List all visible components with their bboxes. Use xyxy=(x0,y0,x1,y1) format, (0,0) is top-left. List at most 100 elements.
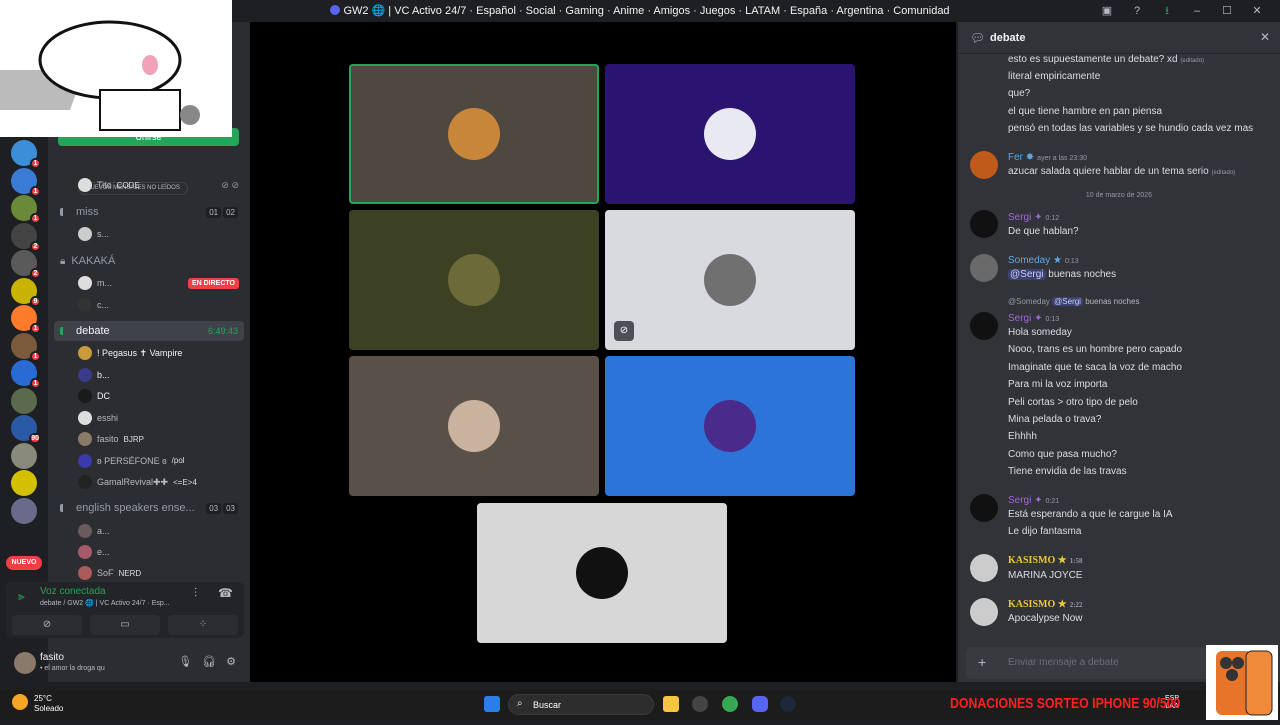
message-line: @Sergi buenas noches xyxy=(1008,269,1117,280)
video-stage: ⊘ xyxy=(250,22,956,682)
message-author[interactable]: Sergi ✦ 0:21 xyxy=(1008,495,1059,506)
help-icon[interactable]: ? xyxy=(1122,3,1152,19)
server-icon[interactable]: 9 xyxy=(11,277,41,307)
inbox-icon[interactable]: ▣ xyxy=(1092,3,1122,19)
voice-member[interactable]: fasito BJRP xyxy=(78,430,243,448)
message-line: Para mi la voz importa xyxy=(1008,379,1108,391)
app-icon[interactable] xyxy=(692,696,708,712)
window-controls: ▣ ? ⭳ – ☐ ✕ xyxy=(1092,3,1272,19)
avatar[interactable] xyxy=(970,554,998,582)
screen-share-button[interactable]: ▭ xyxy=(90,615,160,635)
participant-tile[interactable] xyxy=(349,356,599,496)
voice-member[interactable]: GamalRevival✚✚ <=E>4 xyxy=(78,473,243,491)
message-author[interactable]: KASISMO ★ 2:22 xyxy=(1008,599,1083,610)
voice-member[interactable]: e... xyxy=(78,543,243,561)
message-author[interactable]: Sergi ✦ 0:13 xyxy=(1008,313,1059,324)
message-line: Ehhhh xyxy=(1008,431,1037,443)
cat-drawing xyxy=(0,20,200,131)
noise-suppression-icon[interactable]: ⫶ xyxy=(194,586,197,601)
voice-member[interactable]: DC xyxy=(78,387,243,405)
weather-widget[interactable]: 25°C Soleado xyxy=(34,694,63,714)
server-icon[interactable]: 90 xyxy=(11,415,41,444)
message-line: que? xyxy=(1008,88,1031,99)
avatar[interactable] xyxy=(14,652,36,674)
phone-image xyxy=(1216,650,1273,716)
speaker-icon xyxy=(60,208,70,216)
message-line: Está esperando a que le cargue la IA xyxy=(1008,509,1173,520)
server-icon[interactable]: 1 xyxy=(11,360,41,389)
participant-tile[interactable] xyxy=(477,503,727,643)
avatar[interactable] xyxy=(970,494,998,522)
voice-member[interactable]: ! Pegasus ✝ Vampire xyxy=(78,344,243,362)
server-icon[interactable]: 1 xyxy=(11,195,41,224)
member-kakaka-2[interactable]: c... xyxy=(78,296,243,314)
channel-miss[interactable]: miss 01 02 xyxy=(54,202,244,222)
avatar[interactable] xyxy=(970,598,998,626)
member-tito[interactable]: Tito CODE ⊘ ⊘ xyxy=(78,176,243,194)
search-box[interactable]: ⌕ Buscar xyxy=(508,694,654,715)
server-icon[interactable] xyxy=(11,387,37,414)
chrome-icon[interactable] xyxy=(722,696,738,712)
server-icon[interactable]: 2 xyxy=(11,222,41,252)
member-kakaka-1[interactable]: m... EN DIRECTO xyxy=(78,274,243,292)
participant-tile[interactable]: ⊘ xyxy=(605,210,855,350)
server-icon[interactable]: 2 xyxy=(11,250,41,279)
server-icon[interactable]: 1 xyxy=(11,167,41,197)
webcam-overlay xyxy=(0,0,232,137)
server-icon[interactable]: 1 xyxy=(11,140,41,169)
voice-member[interactable]: esshi xyxy=(78,409,243,427)
message-line: Hola someday xyxy=(1008,327,1072,338)
windows-start-icon[interactable] xyxy=(484,696,500,712)
member-miss-1[interactable]: s... xyxy=(78,225,243,243)
new-badge[interactable]: NUEVO xyxy=(6,556,42,570)
participant-tile[interactable] xyxy=(349,210,599,350)
voice-member[interactable]: a... xyxy=(78,522,243,540)
message-author[interactable]: Sergi ✦ 0:12 xyxy=(1008,212,1059,223)
microphone-icon[interactable]: 🎙︎ xyxy=(178,655,192,668)
close-icon[interactable]: ✕ xyxy=(1260,30,1270,44)
avatar xyxy=(78,453,92,468)
headphones-icon[interactable]: 🎧︎ xyxy=(202,655,216,668)
message-author[interactable]: KASISMO ★ 1:58 xyxy=(1008,555,1083,566)
chat-panel: 💬︎ debate ✕ esto es supuestamente un deb… xyxy=(958,22,1280,682)
message-author[interactable]: Someday ★ 0:13 xyxy=(1008,255,1079,266)
camera-off-button[interactable]: ⊘ xyxy=(12,615,82,635)
voice-member[interactable]: b... xyxy=(78,366,243,384)
server-icon[interactable]: 1 xyxy=(11,332,41,362)
download-icon[interactable]: ⭳ xyxy=(1152,3,1182,19)
avatar[interactable] xyxy=(970,254,998,282)
disconnect-icon[interactable]: ☎ xyxy=(218,586,233,600)
participant-tile[interactable] xyxy=(349,64,599,204)
reply-preview[interactable]: @Someday @Sergi buenas noches xyxy=(1008,297,1139,306)
minimize-button[interactable]: – xyxy=(1182,3,1212,19)
steam-icon[interactable] xyxy=(780,696,796,712)
server-icon[interactable] xyxy=(11,442,37,469)
plus-icon[interactable]: + xyxy=(978,654,986,670)
avatar xyxy=(78,389,92,403)
voice-member[interactable]: SoF NERD xyxy=(78,564,243,582)
member-tag: NERD xyxy=(118,568,142,578)
voice-member[interactable]: ʚ PERSÉFONE ɞ/pol xyxy=(78,452,243,470)
avatar[interactable] xyxy=(970,151,998,179)
avatar[interactable] xyxy=(970,312,998,340)
discord-icon[interactable] xyxy=(752,696,768,712)
participant-tile[interactable] xyxy=(605,356,855,496)
speaker-icon xyxy=(60,504,70,512)
server-icon[interactable] xyxy=(11,497,37,524)
message-line: Peli cortas > otro tipo de pelo xyxy=(1008,396,1138,408)
unread-badge: 1 xyxy=(30,323,41,334)
channel-kakaka[interactable]: 🔒︎ KAKAKÁ xyxy=(54,251,244,271)
avatar[interactable] xyxy=(970,210,998,238)
server-icon[interactable]: 1 xyxy=(11,305,41,334)
message-line: Nooo, trans es un hombre pero capado xyxy=(1008,344,1182,356)
server-icon[interactable] xyxy=(11,470,37,496)
message-author[interactable]: Fer ✸ ayer a las 23:30 xyxy=(1008,152,1087,163)
channel-debate[interactable]: debate 6:49:43 xyxy=(54,321,244,341)
gear-icon[interactable]: ⚙ xyxy=(226,655,236,668)
close-button[interactable]: ✕ xyxy=(1242,3,1272,19)
activities-button[interactable]: ⁘ xyxy=(168,615,238,635)
channel-english[interactable]: english speakers ense... 03 03 xyxy=(54,498,244,518)
maximize-button[interactable]: ☐ xyxy=(1212,3,1242,19)
folder-icon[interactable] xyxy=(663,696,679,712)
participant-tile[interactable] xyxy=(605,64,855,204)
